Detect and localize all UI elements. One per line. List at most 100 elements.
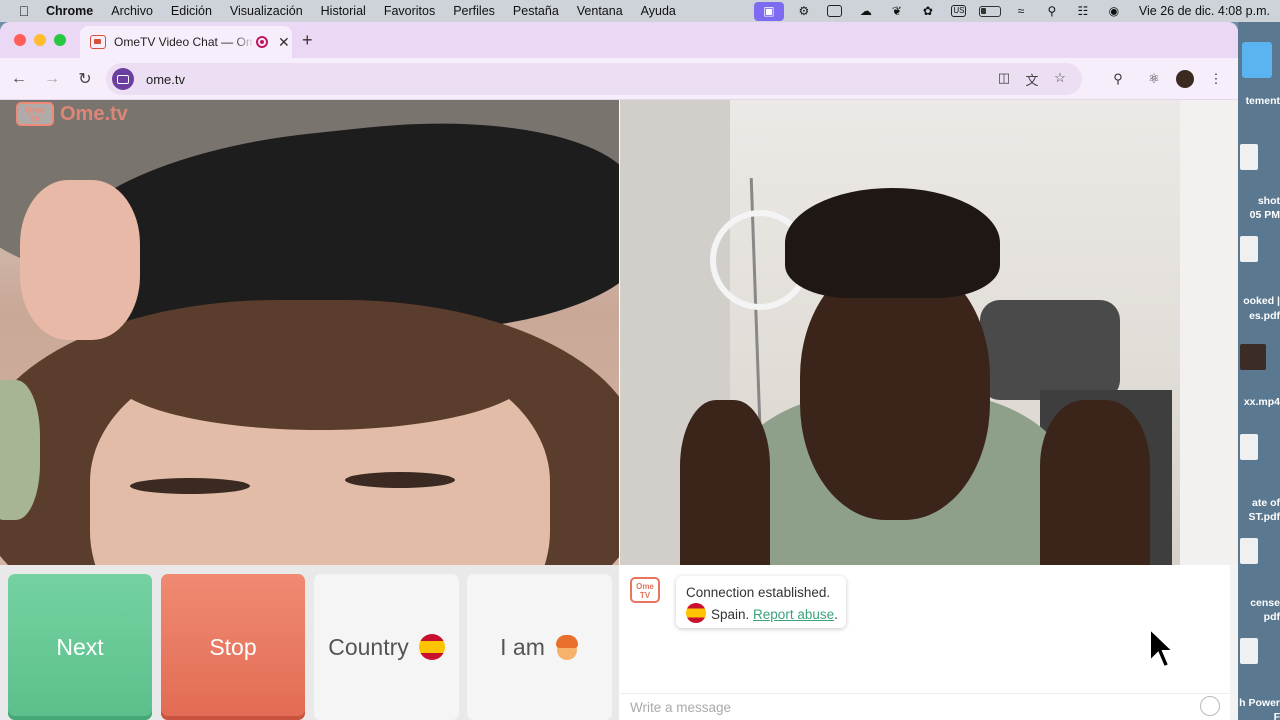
emoji-icon[interactable]: [1200, 696, 1220, 716]
ometv-favicon-icon: [90, 35, 106, 49]
menu-favoritos[interactable]: Favoritos: [384, 4, 435, 18]
desktop-label[interactable]: pdf: [1238, 610, 1280, 625]
browser-toolbar: ← → ↻ ome.tv ◫ 文 ☆ ⚲ ⚛ ⋮: [0, 58, 1238, 100]
reload-button[interactable]: ↻: [71, 65, 99, 93]
siri-icon[interactable]: ◉: [1103, 0, 1125, 22]
openai-icon[interactable]: ✿: [917, 0, 939, 22]
desktop-label[interactable]: es.pdf: [1238, 309, 1280, 324]
window-icon[interactable]: [824, 0, 846, 22]
country-label: Country: [328, 633, 409, 660]
desktop-file-icon[interactable]: [1240, 638, 1258, 664]
right-arm: [1040, 400, 1150, 565]
menu-edicion[interactable]: Edición: [171, 4, 212, 18]
menu-historial[interactable]: Historial: [321, 4, 366, 18]
tab-ometv[interactable]: OmeTV Video Chat — Omegle alternative ✕: [80, 26, 292, 58]
desktop-label[interactable]: shot: [1238, 194, 1280, 209]
screen-share-icon[interactable]: ▣: [753, 1, 784, 21]
remote-hair: [785, 188, 1000, 298]
desktop-label[interactable]: ooked |: [1238, 294, 1280, 309]
chrome-menu-icon[interactable]: ⋮: [1202, 65, 1230, 93]
menu-pestana[interactable]: Pestaña: [513, 4, 559, 18]
butterfly-icon[interactable]: ❦: [886, 0, 908, 22]
url-text[interactable]: ome.tv: [146, 72, 185, 87]
remote-face: [800, 260, 990, 520]
apple-menu-icon[interactable]: : [16, 3, 32, 19]
desktop-file-icon[interactable]: [1240, 538, 1258, 564]
tab-strip: OmeTV Video Chat — Omegle alternative ✕ …: [0, 22, 1238, 58]
desktop-label[interactable]: 05 PM: [1238, 208, 1280, 223]
desktop-label[interactable]: ST.pdf: [1238, 510, 1280, 525]
site-camera-icon[interactable]: [112, 68, 134, 90]
menu-visualizacion[interactable]: Visualización: [230, 4, 303, 18]
new-tab-button[interactable]: +: [302, 30, 313, 51]
tab-search-icon[interactable]: ⚲: [1104, 65, 1132, 93]
stop-label: Stop: [209, 633, 257, 660]
gear-icon[interactable]: ⚙: [793, 0, 815, 22]
close-tab-icon[interactable]: ✕: [278, 34, 290, 51]
desktop-file-icon[interactable]: [1240, 434, 1258, 460]
country-button[interactable]: Country: [314, 574, 459, 720]
maximize-window-button[interactable]: [54, 34, 66, 46]
logo-box-icon: Ome TV: [16, 102, 54, 126]
menu-perfiles[interactable]: Perfiles: [453, 4, 495, 18]
battery-icon[interactable]: [978, 0, 1001, 22]
report-abuse-link[interactable]: Report abuse: [753, 607, 834, 622]
minimize-window-button[interactable]: [34, 34, 46, 46]
desktop-label[interactable]: ate of: [1238, 496, 1280, 511]
wifi-icon[interactable]: ≈: [1010, 0, 1032, 22]
menu-ayuda[interactable]: Ayuda: [641, 4, 676, 18]
message-input[interactable]: Write a message: [620, 693, 1230, 720]
left-eye: [130, 478, 250, 494]
mouse-cursor-icon: [1149, 627, 1174, 669]
country-line: Spain. Report abuse.: [686, 603, 846, 625]
desktop-video-thumbnail[interactable]: [1240, 344, 1266, 370]
address-bar[interactable]: ome.tv ◫ 文 ☆: [106, 63, 1082, 95]
backpack: [980, 300, 1120, 400]
spain-flag-icon: [418, 634, 445, 660]
chrome-window: OmeTV Video Chat — Omegle alternative ✕ …: [0, 22, 1238, 720]
spotlight-search-icon[interactable]: ⚲: [1041, 0, 1063, 22]
close-window-button[interactable]: [14, 34, 26, 46]
recording-indicator-icon: [256, 36, 268, 48]
desktop-label[interactable]: F: [1238, 710, 1280, 720]
left-arm: [680, 400, 770, 565]
ometv-logo[interactable]: Ome TV Ome.tv: [16, 102, 128, 126]
extensions-icon[interactable]: ⚛: [1140, 65, 1168, 93]
macos-menu-bar:  Chrome Archivo Edición Visualización H…: [0, 0, 1280, 22]
desktop-file-icon[interactable]: [1240, 144, 1258, 170]
keyboard-layout-indicator[interactable]: US: [948, 0, 970, 22]
window-controls: [14, 34, 74, 46]
desktop-label[interactable]: xx.mp4: [1238, 395, 1280, 410]
menu-app-chrome[interactable]: Chrome: [46, 4, 93, 18]
back-button[interactable]: ←: [5, 65, 33, 93]
install-app-icon[interactable]: ◫: [990, 70, 1018, 89]
desktop-label[interactable]: tement: [1238, 94, 1280, 109]
gender-button[interactable]: I am: [467, 574, 612, 720]
desktop-label[interactable]: h Power: [1238, 696, 1280, 711]
stop-button[interactable]: Stop: [161, 574, 305, 720]
menu-archivo[interactable]: Archivo: [111, 4, 153, 18]
report-suffix: .: [834, 607, 838, 622]
menu-clock[interactable]: Vie 26 de dic. 4:08 p.m.: [1139, 4, 1270, 18]
right-eye: [345, 472, 455, 488]
profile-avatar[interactable]: [1176, 70, 1194, 88]
control-center-icon[interactable]: ☷: [1072, 0, 1094, 22]
menu-ventana[interactable]: Ventana: [577, 4, 623, 18]
next-label: Next: [56, 633, 104, 660]
next-button[interactable]: Next: [8, 574, 152, 720]
omnibox-actions: ◫ 文 ☆: [990, 70, 1074, 89]
chat-scrollbar[interactable]: [1230, 565, 1238, 720]
forward-button[interactable]: →: [38, 65, 66, 93]
ometv-page: Ome TV Ome.tv Next Stop Country I am Ome…: [0, 100, 1238, 720]
bookmark-star-icon[interactable]: ☆: [1046, 70, 1074, 89]
bangs: [110, 320, 530, 430]
translate-icon[interactable]: 文: [1018, 70, 1046, 89]
door: [1180, 100, 1238, 565]
desktop-file-icon[interactable]: [1240, 236, 1258, 262]
desktop-label[interactable]: cense: [1238, 596, 1280, 611]
cloud-icon[interactable]: ☁: [855, 0, 877, 22]
chat-panel: Ome TV Connection established. Spain. Re…: [620, 565, 1230, 720]
desktop-folder-icon[interactable]: [1242, 42, 1272, 78]
green-pillow: [0, 380, 40, 520]
tab-title: OmeTV Video Chat — Omegle alternative: [114, 35, 254, 49]
